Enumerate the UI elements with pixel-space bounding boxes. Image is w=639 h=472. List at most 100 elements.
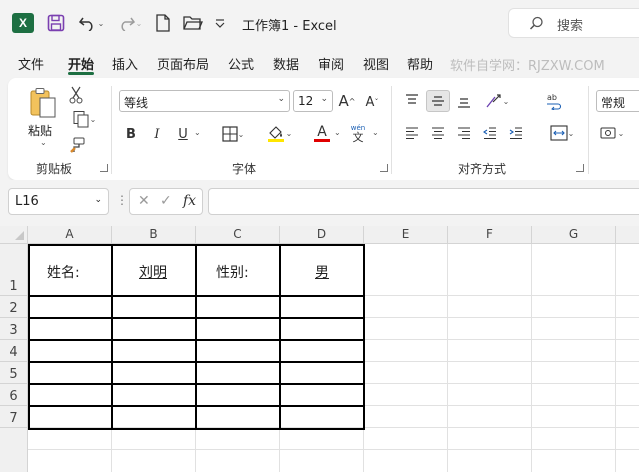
align-bottom-icon[interactable] <box>456 94 472 110</box>
gridline <box>615 244 616 472</box>
cell-b1[interactable]: 刘明 <box>139 262 167 282</box>
redo-icon[interactable]: ⌄ <box>114 13 144 33</box>
decrease-indent-icon[interactable] <box>482 124 498 142</box>
tab-file[interactable]: 文件 <box>18 54 44 73</box>
font-dialog-launcher-icon[interactable] <box>380 164 388 172</box>
wrap-text-icon[interactable]: ab <box>544 90 564 112</box>
font-name-select[interactable]: 等线 ⌄ <box>119 90 290 112</box>
undo-icon[interactable]: ⌄ <box>76 13 106 33</box>
copy-icon[interactable]: ⌄ <box>66 110 102 128</box>
column-header-b[interactable]: B <box>112 226 196 244</box>
increase-indent-icon[interactable] <box>508 124 524 142</box>
phonetic-guide-icon[interactable]: wén 文 <box>348 122 368 144</box>
select-all-button[interactable] <box>0 226 28 244</box>
paste-dropdown-icon[interactable]: ⌄ <box>40 138 47 147</box>
tab-insert[interactable]: 插入 <box>112 54 138 73</box>
accounting-format-icon[interactable]: ⌄ <box>598 122 626 144</box>
cell-d1[interactable]: 男 <box>315 262 329 282</box>
borders-icon[interactable]: ⌄ <box>218 124 248 144</box>
increase-font-size-icon[interactable]: A ^ <box>337 90 357 112</box>
tab-home[interactable]: 开始 <box>68 54 94 73</box>
column-header-a[interactable]: A <box>28 226 112 244</box>
italic-button[interactable]: I <box>150 124 164 144</box>
cut-icon[interactable] <box>68 86 84 104</box>
column-header-h[interactable] <box>616 226 639 244</box>
gridline <box>531 244 532 472</box>
paste-button[interactable]: 粘贴 <box>28 122 52 139</box>
row-header-6[interactable]: 6 <box>0 384 28 406</box>
fill-color-dropdown-icon[interactable]: ⌄ <box>286 129 293 138</box>
tab-formulas[interactable]: 公式 <box>228 54 254 73</box>
accounting-dropdown-icon[interactable]: ⌄ <box>618 129 625 138</box>
formula-input[interactable] <box>208 188 639 215</box>
cancel-icon[interactable]: ✕ <box>138 193 150 209</box>
tab-help[interactable]: 帮助 <box>407 54 433 73</box>
save-icon[interactable] <box>47 13 65 33</box>
row-header-3[interactable]: 3 <box>0 318 28 340</box>
font-size-value: 12 <box>298 94 314 108</box>
group-divider <box>588 86 589 174</box>
underline-button[interactable]: U <box>176 124 190 144</box>
align-center-icon[interactable] <box>430 124 446 142</box>
font-size-select[interactable]: 12 ⌄ <box>293 90 333 112</box>
align-left-icon[interactable] <box>404 124 420 142</box>
align-right-icon[interactable] <box>456 124 472 142</box>
tab-view[interactable]: 视图 <box>363 54 389 73</box>
cell-c1[interactable]: 性别: <box>216 262 249 282</box>
orientation-dropdown-icon[interactable]: ⌄ <box>503 97 510 106</box>
row-header-1[interactable]: 1 <box>0 244 28 296</box>
number-format-select[interactable]: 常规 <box>596 90 639 112</box>
row-header-5[interactable]: 5 <box>0 362 28 384</box>
formula-bar: L16 ⌄ ⋮ ✕ ✓ fx <box>0 180 639 226</box>
tab-data[interactable]: 数据 <box>273 54 299 73</box>
orientation-icon[interactable]: ⌄ <box>480 90 514 112</box>
new-file-icon[interactable] <box>155 13 171 33</box>
redo-dropdown-icon[interactable]: ⌄ <box>136 19 143 28</box>
more-options-icon[interactable]: ⋮ <box>116 193 128 207</box>
table-border <box>28 295 365 297</box>
enter-icon[interactable]: ✓ <box>160 193 172 209</box>
paste-icon[interactable] <box>28 86 58 120</box>
align-middle-icon[interactable] <box>426 90 450 112</box>
clipboard-dialog-launcher-icon[interactable] <box>100 164 108 172</box>
undo-dropdown-icon[interactable]: ⌄ <box>98 19 105 28</box>
name-box[interactable]: L16 ⌄ <box>8 188 109 215</box>
insert-function-button[interactable]: fx <box>183 193 196 209</box>
name-box-dropdown-icon[interactable]: ⌄ <box>94 195 102 205</box>
tab-review[interactable]: 审阅 <box>318 54 344 73</box>
alignment-dialog-launcher-icon[interactable] <box>576 164 584 172</box>
customize-qat-icon[interactable] <box>213 13 227 33</box>
row-header-4[interactable]: 4 <box>0 340 28 362</box>
row-header-7[interactable]: 7 <box>0 406 28 428</box>
active-tab-indicator <box>68 72 94 75</box>
row-header-8[interactable] <box>0 428 28 472</box>
row-header-2[interactable]: 2 <box>0 296 28 318</box>
column-header-f[interactable]: F <box>448 226 532 244</box>
merge-center-icon[interactable]: ⌄ <box>542 122 582 144</box>
borders-dropdown-icon[interactable]: ⌄ <box>238 130 245 139</box>
merge-dropdown-icon[interactable]: ⌄ <box>568 129 575 138</box>
column-header-c[interactable]: C <box>196 226 280 244</box>
align-top-icon[interactable] <box>404 92 420 108</box>
gridline <box>447 244 448 472</box>
decrease-font-size-icon[interactable]: Aˇ <box>362 92 382 112</box>
open-folder-icon[interactable] <box>182 13 204 33</box>
format-painter-icon[interactable] <box>68 136 86 154</box>
column-header-e[interactable]: E <box>364 226 448 244</box>
search-box[interactable]: 搜索 <box>508 8 639 38</box>
bold-button[interactable]: B <box>124 124 138 144</box>
copy-dropdown-icon[interactable]: ⌄ <box>90 115 97 124</box>
phonetic-dropdown-icon[interactable]: ⌄ <box>372 128 379 137</box>
underline-dropdown-icon[interactable]: ⌄ <box>194 128 201 137</box>
column-header-g[interactable]: G <box>532 226 616 244</box>
font-color-dropdown-icon[interactable]: ⌄ <box>334 128 341 137</box>
worksheet-grid[interactable]: A B C D E F G 1 2 3 4 5 6 7 姓名: 刘明 性别: 男 <box>0 226 639 472</box>
cell-a1[interactable]: 姓名: <box>47 262 80 282</box>
table-border <box>28 317 365 319</box>
tab-page-layout[interactable]: 页面布局 <box>157 54 209 73</box>
gridline <box>111 430 112 472</box>
font-name-value: 等线 <box>124 96 149 110</box>
gridline <box>364 317 639 318</box>
column-header-d[interactable]: D <box>280 226 364 244</box>
fill-color-icon[interactable]: ⌄ <box>260 122 298 144</box>
